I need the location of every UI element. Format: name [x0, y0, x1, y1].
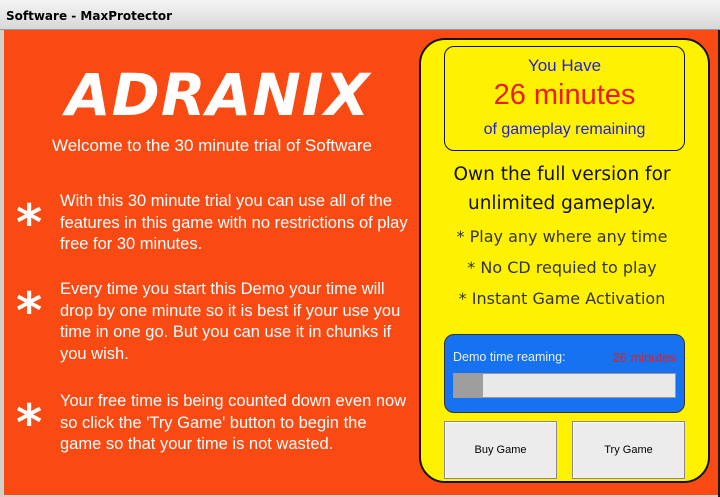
bullet-star-icon: *	[16, 194, 43, 252]
bullet-star-icon: *	[16, 282, 43, 340]
demo-time-value: 26 minutes	[612, 350, 676, 365]
own-full-version-text: Own the full version for unlimited gamep…	[424, 160, 700, 218]
feature-instant-activation: * Instant Game Activation	[458, 289, 666, 308]
time-remaining-box: You Have 26 minutes of gameplay remainin…	[444, 46, 685, 151]
bullet-star-icon: *	[16, 394, 43, 452]
demo-time-label: Demo time reaming:	[453, 350, 566, 364]
progress-fill	[454, 374, 483, 397]
feature-play-anywhere: * Play any where any time	[456, 227, 668, 246]
welcome-text: Welcome to the 30 minute trial of Softwa…	[51, 136, 372, 155]
demo-time-box: Demo time reaming: 26 minutes	[444, 334, 685, 413]
you-have-label: You Have	[527, 56, 602, 75]
try-game-button[interactable]: Try Game	[572, 421, 685, 479]
feature-no-cd: * No CD requied to play	[467, 258, 657, 277]
bullet-text-countdown: Your free time is being counted down eve…	[60, 392, 407, 453]
window-title: Software - MaxProtector	[6, 9, 173, 23]
bullet-text-demo: Every time you start this Demo your time…	[60, 280, 401, 363]
own-line-2: unlimited gameplay.	[467, 193, 657, 214]
demo-time-progress	[453, 373, 676, 398]
own-line-1: Own the full version for	[453, 164, 671, 185]
gameplay-remaining-label: of gameplay remaining	[483, 121, 646, 138]
title-bar: Software - MaxProtector	[0, 0, 720, 30]
bullet-text-trial: With this 30 minute trial you can use al…	[60, 192, 408, 253]
minutes-remaining: 26 minutes	[493, 79, 636, 111]
adranix-logo: ADRANIX	[65, 61, 371, 129]
buy-game-button[interactable]: Buy Game	[444, 421, 557, 479]
